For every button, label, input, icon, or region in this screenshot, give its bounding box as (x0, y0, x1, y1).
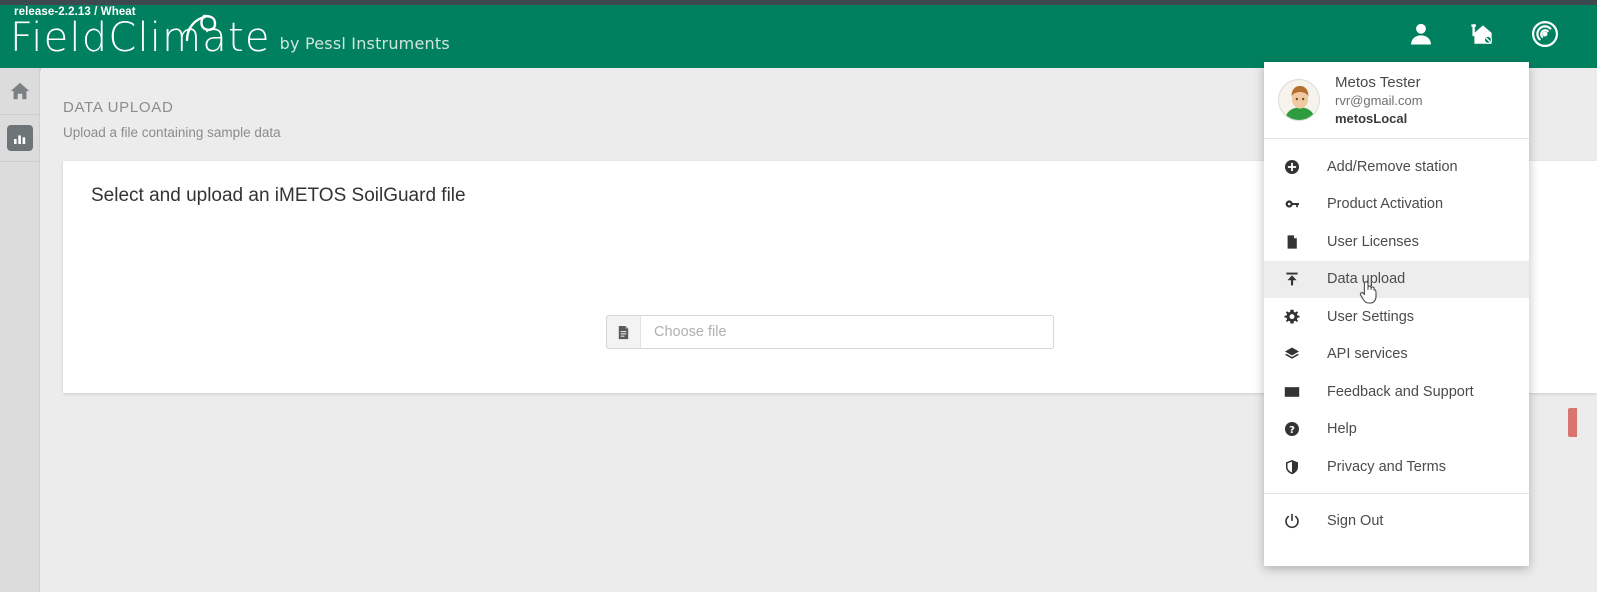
card-title: Select and upload an iMETOS SoilGuard fi… (91, 185, 466, 206)
user-dropdown-menu: Metos Tester rvr@gmail.com metosLocal Ad… (1264, 62, 1529, 566)
signal-radar-icon[interactable] (1531, 20, 1559, 48)
dropdown-profile: Metos Tester rvr@gmail.com metosLocal (1264, 62, 1529, 138)
chart-bar-icon (6, 125, 33, 151)
menu-item-label: User Settings (1327, 308, 1415, 325)
top-accent-strip (0, 0, 1597, 5)
header-icon-group (1407, 20, 1559, 48)
profile-text: Metos Tester rvr@gmail.com metosLocal (1335, 73, 1423, 128)
profile-email: rvr@gmail.com (1335, 92, 1423, 108)
file-path-input[interactable] (640, 315, 1054, 349)
menu-item-label: Product Activation (1327, 196, 1444, 213)
menu-item-label: Data upload (1327, 271, 1406, 288)
profile-organization: metosLocal (1335, 110, 1408, 126)
user-icon[interactable] (1407, 20, 1435, 48)
layers-icon (1282, 346, 1302, 362)
dropdown-spacer-bottom (1264, 486, 1529, 493)
menu-item-add-remove-station[interactable]: Add/Remove station (1264, 148, 1529, 186)
left-sidebar (0, 68, 40, 592)
sidebar-item-home[interactable] (0, 68, 39, 115)
document-icon (1282, 234, 1302, 250)
home-icon (10, 82, 29, 100)
menu-item-api-services[interactable]: API services (1264, 336, 1529, 374)
dropdown-spacer-top (1264, 139, 1529, 148)
menu-item-data-upload[interactable]: Data upload (1264, 260, 1529, 298)
sidebar-item-charts[interactable] (0, 115, 39, 162)
upload-icon (1282, 271, 1302, 287)
mail-icon (1282, 384, 1302, 400)
logo-byline: by Pessl Instruments (279, 34, 450, 53)
dropdown-spacer-signout (1264, 494, 1529, 503)
menu-item-feedback-and-support[interactable]: Feedback and Support (1264, 373, 1529, 411)
key-icon (1282, 196, 1302, 212)
menu-item-user-licenses[interactable]: User Licenses (1264, 223, 1529, 261)
page-title: DATA UPLOAD (63, 99, 174, 116)
menu-item-label: Help (1327, 421, 1357, 438)
menu-item-label: Privacy and Terms (1327, 458, 1446, 475)
app-root: release-2.2.13 / Wheat FieldClimate by P… (0, 0, 1597, 592)
menu-item-label: Feedback and Support (1327, 383, 1474, 400)
sign-out-label: Sign Out (1327, 513, 1384, 530)
plus-circle-icon (1282, 159, 1302, 175)
choose-file-button[interactable] (606, 315, 640, 349)
svg-text:?: ? (1289, 425, 1295, 436)
logo-text-field: Field (10, 15, 109, 61)
app-header: release-2.2.13 / Wheat FieldClimate by P… (0, 0, 1597, 68)
gear-icon (1282, 309, 1302, 325)
document-icon (618, 325, 629, 339)
page-subtitle: Upload a file containing sample data (63, 125, 281, 140)
page-header: DATA UPLOAD Upload a file containing sam… (63, 99, 281, 140)
shield-icon (1282, 459, 1302, 475)
leaf-icon (185, 14, 217, 42)
menu-item-user-settings[interactable]: User Settings (1264, 298, 1529, 336)
question-circle-icon: ? (1282, 421, 1302, 437)
menu-item-sign-out[interactable]: Sign Out (1264, 503, 1529, 541)
menu-item-help[interactable]: ? Help (1264, 411, 1529, 449)
menu-item-product-activation[interactable]: Product Activation (1264, 186, 1529, 224)
profile-name: Metos Tester (1335, 73, 1421, 91)
menu-item-label: API services (1327, 346, 1408, 363)
menu-item-label: User Licenses (1327, 233, 1419, 250)
station-house-icon[interactable] (1469, 20, 1497, 48)
file-chooser (606, 315, 1054, 349)
feedback-side-tab[interactable] (1568, 408, 1577, 437)
avatar (1278, 79, 1320, 121)
app-logo[interactable]: FieldClimate by Pessl Instruments (10, 14, 450, 61)
power-icon (1282, 513, 1302, 529)
menu-item-label: Add/Remove station (1327, 158, 1458, 175)
menu-item-privacy-and-terms[interactable]: Privacy and Terms (1264, 448, 1529, 486)
